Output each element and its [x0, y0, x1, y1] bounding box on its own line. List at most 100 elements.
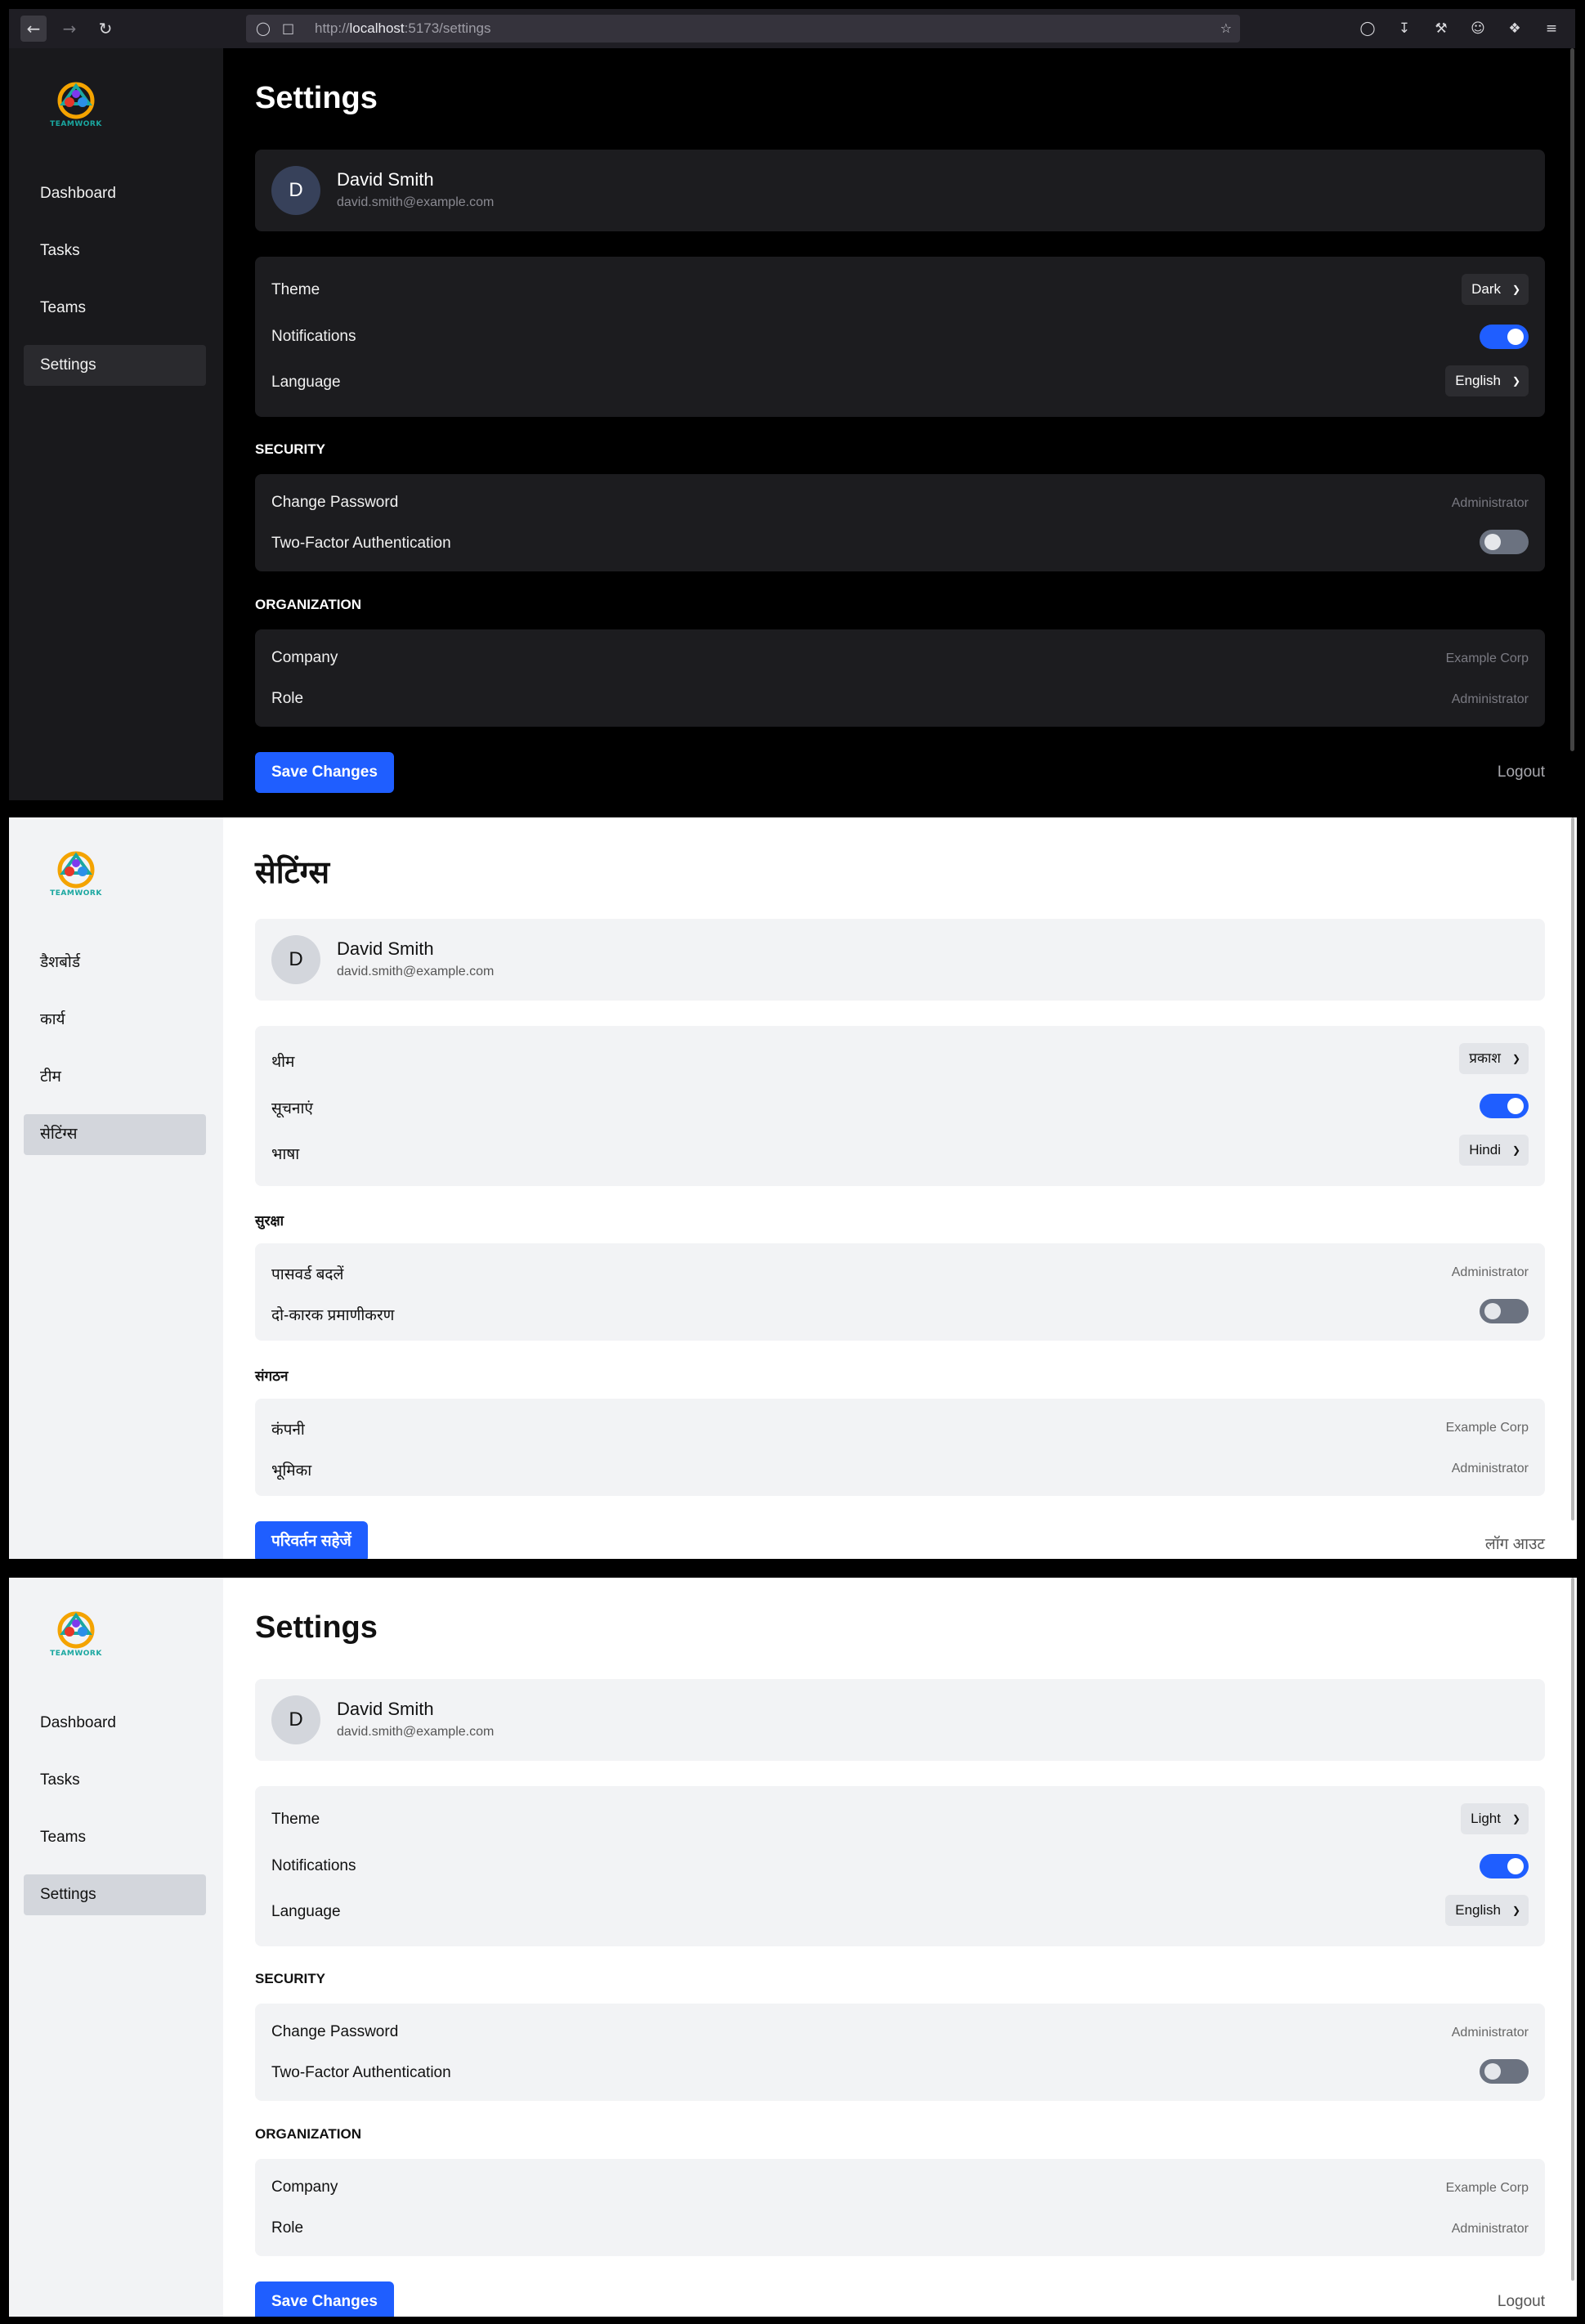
change-password-label[interactable]: पासवर्ड बदलें — [271, 1263, 343, 1284]
sidebar-item-settings[interactable]: सेटिंग्स — [24, 1114, 206, 1155]
language-value: Hindi — [1469, 1142, 1501, 1158]
extensions-icon[interactable]: ❖ — [1503, 17, 1526, 40]
organization-heading: संगठन — [255, 1368, 289, 1384]
sidebar-item-teams[interactable]: Teams — [24, 288, 206, 329]
scrollbar[interactable] — [1571, 817, 1574, 1520]
settings-panel-dark: TEAMWORK Dashboard Tasks Teams Settings … — [9, 48, 1577, 800]
account-icon[interactable]: ☺ — [1466, 17, 1489, 40]
role-label: Role — [271, 690, 304, 707]
organization-card: Company Example Corp Role Administrator — [255, 629, 1545, 727]
teamwork-logo[interactable]: TEAMWORK — [43, 849, 109, 906]
theme-value: Light — [1471, 1811, 1501, 1826]
back-arrow-icon[interactable]: ← — [20, 16, 47, 42]
role-value: Administrator — [1451, 2222, 1529, 2236]
company-value: Example Corp — [1445, 1421, 1529, 1435]
logout-link[interactable]: Logout — [1498, 763, 1545, 781]
security-heading: SECURITY — [255, 1971, 325, 1986]
language-label: Language — [271, 1903, 341, 1920]
company-label: Company — [271, 649, 338, 666]
theme-select[interactable]: प्रकाश ❯ — [1459, 1043, 1529, 1074]
scrollbar[interactable] — [1571, 1578, 1574, 2281]
change-password-value: Administrator — [1451, 2026, 1529, 2040]
main-content: Settings D David Smith david.smith@examp… — [223, 1578, 1577, 2317]
sidebar-item-teams[interactable]: टीम — [24, 1057, 206, 1098]
teamwork-logo[interactable]: TEAMWORK — [43, 1609, 109, 1666]
menu-icon[interactable]: ≡ — [1540, 17, 1563, 40]
profile-card: D David Smith david.smith@example.com — [255, 919, 1545, 1001]
notifications-toggle[interactable] — [1480, 1094, 1529, 1118]
chevron-down-icon: ❯ — [1511, 284, 1520, 295]
notifications-toggle[interactable] — [1480, 325, 1529, 349]
reload-icon[interactable]: ↻ — [92, 16, 119, 42]
logout-link[interactable]: लॉग आउट — [1485, 1533, 1545, 1554]
sidebar: TEAMWORK डैशबोर्ड कार्य टीम सेटिंग्स — [9, 817, 223, 1559]
chevron-down-icon: ❯ — [1511, 1905, 1520, 1916]
chevron-down-icon: ❯ — [1511, 1053, 1520, 1064]
save-changes-button[interactable]: Save Changes — [255, 2281, 394, 2317]
shield-icon: ◯ — [256, 20, 271, 36]
sidebar-item-dashboard[interactable]: Dashboard — [24, 173, 206, 214]
language-select[interactable]: Hindi ❯ — [1459, 1135, 1529, 1166]
profile-email: david.smith@example.com — [337, 1725, 495, 1739]
sidebar-item-label: Teams — [40, 299, 86, 316]
security-card: Change Password Administrator Two-Factor… — [255, 474, 1545, 571]
forward-arrow-icon[interactable]: → — [56, 16, 83, 42]
language-select[interactable]: English ❯ — [1445, 1895, 1529, 1926]
change-password-label[interactable]: Change Password — [271, 2023, 398, 2041]
sidebar-item-settings[interactable]: Settings — [24, 1874, 206, 1915]
notifications-toggle[interactable] — [1480, 1854, 1529, 1878]
sidebar-item-dashboard[interactable]: डैशबोर्ड — [24, 943, 206, 983]
chevron-down-icon: ❯ — [1511, 375, 1520, 387]
preferences-card: Theme Dark ❯ Notifications Language Engli… — [255, 257, 1545, 417]
page-title: Settings — [255, 81, 378, 115]
organization-card: Company Example Corp Role Administrator — [255, 2159, 1545, 2256]
sidebar-item-tasks[interactable]: कार्य — [24, 1000, 206, 1041]
url-text[interactable]: http://localhost:5173/settings — [315, 15, 491, 43]
notifications-label: सूचनाएं — [271, 1100, 313, 1117]
scrollbar[interactable] — [1570, 48, 1574, 751]
two-factor-toggle[interactable] — [1480, 2059, 1529, 2084]
address-bar[interactable]: ◯ □ http://localhost:5173/settings ☆ — [246, 15, 1240, 43]
toggle-knob — [1484, 534, 1501, 550]
organization-heading: ORGANIZATION — [255, 597, 362, 612]
language-label: भाषा — [271, 1146, 300, 1163]
page-icon: □ — [282, 20, 295, 36]
toggle-knob — [1507, 1858, 1524, 1874]
avatar: D — [271, 935, 320, 984]
toggle-knob — [1484, 1303, 1501, 1319]
profile-name: David Smith — [337, 1699, 434, 1719]
save-changes-button[interactable]: परिवर्तन सहेजें — [255, 1521, 368, 1559]
teamwork-logo[interactable]: TEAMWORK — [43, 79, 109, 137]
two-factor-toggle[interactable] — [1480, 530, 1529, 554]
language-value: English — [1455, 1902, 1501, 1918]
chevron-down-icon: ❯ — [1511, 1144, 1520, 1156]
wrench-icon[interactable]: ⚒ — [1430, 17, 1453, 40]
main-content: Settings D David Smith david.smith@examp… — [223, 48, 1577, 800]
sidebar-item-tasks[interactable]: Tasks — [24, 1760, 206, 1801]
sidebar-item-label: डैशबोर्ड — [40, 954, 81, 971]
logout-link[interactable]: Logout — [1498, 2293, 1545, 2311]
role-value: Administrator — [1451, 1462, 1529, 1475]
sidebar-item-teams[interactable]: Teams — [24, 1817, 206, 1858]
theme-select[interactable]: Light ❯ — [1461, 1803, 1529, 1834]
language-select[interactable]: English ❯ — [1445, 365, 1529, 396]
logo-icon — [57, 851, 95, 889]
preferences-card: Theme Light ❯ Notifications Language Engl… — [255, 1786, 1545, 1946]
change-password-label[interactable]: Change Password — [271, 494, 398, 512]
sidebar-item-dashboard[interactable]: Dashboard — [24, 1703, 206, 1744]
logo-text: TEAMWORK — [50, 1650, 102, 1658]
two-factor-toggle[interactable] — [1480, 1299, 1529, 1323]
bookmark-star-icon[interactable]: ☆ — [1220, 15, 1232, 43]
save-changes-button[interactable]: Save Changes — [255, 752, 394, 793]
sidebar-item-label: Tasks — [40, 1771, 80, 1789]
language-label: Language — [271, 374, 341, 391]
pocket-icon[interactable]: ◯ — [1356, 17, 1379, 40]
sidebar-item-tasks[interactable]: Tasks — [24, 231, 206, 271]
sidebar-item-settings[interactable]: Settings — [24, 345, 206, 386]
download-icon[interactable]: ↧ — [1393, 17, 1416, 40]
toggle-knob — [1507, 1098, 1524, 1114]
theme-select[interactable]: Dark ❯ — [1462, 274, 1529, 305]
notifications-label: Notifications — [271, 328, 356, 345]
profile-card: D David Smith david.smith@example.com — [255, 1679, 1545, 1761]
logo-icon — [57, 1611, 95, 1649]
